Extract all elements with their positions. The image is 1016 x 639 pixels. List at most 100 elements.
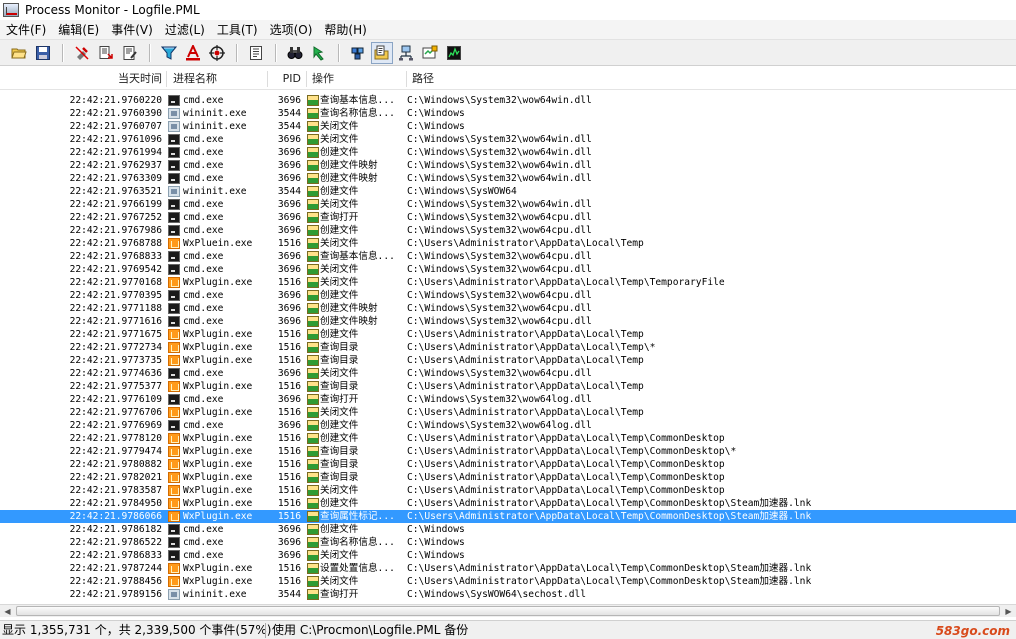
path: C:\Windows\System32\wow64win.dll bbox=[407, 147, 592, 158]
column-divider[interactable] bbox=[267, 71, 268, 87]
menu-tools[interactable]: 工具(T) bbox=[211, 20, 264, 40]
event-row[interactable]: 22:42:21.9768833 cmd.exe 3696 查询基本信息... C:\W… bbox=[0, 250, 1016, 263]
file-operation-icon bbox=[307, 160, 319, 171]
file-operation-icon bbox=[307, 524, 319, 535]
event-row-selected[interactable]: 22:42:21.9786066 WxPlugin.exe 1516 查询属性标记..… bbox=[0, 510, 1016, 523]
column-process-name[interactable]: 进程名称 bbox=[173, 68, 217, 90]
process-activity-icon[interactable] bbox=[419, 42, 441, 64]
event-row[interactable]: 22:42:21.9767986 cmd.exe 3696 创建文件 C:\Window… bbox=[0, 224, 1016, 237]
event-row[interactable]: 22:42:21.9776969 cmd.exe 3696 创建文件 C:\Window… bbox=[0, 419, 1016, 432]
event-row[interactable]: 22:42:21.9786182 cmd.exe 3696 创建文件 C:\Window… bbox=[0, 523, 1016, 536]
operation: 关闭文件 bbox=[320, 576, 359, 587]
file-operation-icon bbox=[307, 550, 319, 561]
event-row[interactable]: 22:42:21.9787244 WxPlugin.exe 1516 设置处置信息..… bbox=[0, 562, 1016, 575]
process-name: cmd.exe bbox=[183, 173, 224, 184]
scroll-right-arrow-icon[interactable]: ▶ bbox=[1001, 605, 1016, 617]
path: C:\Windows\SysWOW64\sechost.dll bbox=[407, 589, 587, 600]
horizontal-scrollbar[interactable]: ◀ ▶ bbox=[0, 604, 1016, 617]
highlight-icon[interactable] bbox=[182, 42, 204, 64]
file-operation-icon bbox=[307, 264, 319, 275]
event-row[interactable]: 22:42:21.9773735 WxPlugin.exe 1516 查询目录 C:\U… bbox=[0, 354, 1016, 367]
event-row[interactable]: 22:42:21.9772734 WxPlugin.exe 1516 查询目录 C:\U… bbox=[0, 341, 1016, 354]
event-list[interactable]: 22:42:21.9760220 cmd.exe 3696 查询基本信息... C:\W… bbox=[0, 94, 1016, 601]
event-row[interactable]: 22:42:21.9760220 cmd.exe 3696 查询基本信息... C:\W… bbox=[0, 94, 1016, 107]
event-time: 22:42:21.9771616 bbox=[69, 316, 162, 327]
column-divider[interactable] bbox=[306, 71, 307, 87]
cmd-process-icon bbox=[168, 173, 180, 184]
path: C:\Users\Administrator\AppData\Local\Tem… bbox=[407, 277, 725, 288]
event-time: 22:42:21.9787244 bbox=[69, 563, 162, 574]
event-row[interactable]: 22:42:21.9760707 wininit.exe 3544 关闭文件 C:\Wi… bbox=[0, 120, 1016, 133]
clear-display-icon[interactable] bbox=[119, 42, 141, 64]
event-row[interactable]: 22:42:21.9789156 wininit.exe 3544 查询打开 C:\Wi… bbox=[0, 588, 1016, 601]
network-activity-icon[interactable] bbox=[395, 42, 417, 64]
include-process-icon[interactable] bbox=[206, 42, 228, 64]
event-row[interactable]: 22:42:21.9786833 cmd.exe 3696 关闭文件 C:\Window… bbox=[0, 549, 1016, 562]
event-row[interactable]: 22:42:21.9784950 WxPlugin.exe 1516 创建文件 C:\U… bbox=[0, 497, 1016, 510]
menu-filter[interactable]: 过滤(L) bbox=[159, 20, 211, 40]
menu-edit[interactable]: 编辑(E) bbox=[52, 20, 105, 40]
path: C:\Users\Administrator\AppData\Local\Tem… bbox=[407, 563, 812, 574]
menu-help[interactable]: 帮助(H) bbox=[318, 20, 372, 40]
path: C:\Windows\System32\wow64cpu.dll bbox=[407, 290, 592, 301]
profiling-events-icon[interactable] bbox=[443, 42, 465, 64]
event-row[interactable]: 22:42:21.9760390 wininit.exe 3544 查询名称信息...… bbox=[0, 107, 1016, 120]
event-row[interactable]: 22:42:21.9771675 WxPlugin.exe 1516 创建文件 C:\U… bbox=[0, 328, 1016, 341]
event-row[interactable]: 22:42:21.9782021 WxPlugin.exe 1516 查询目录 C:\U… bbox=[0, 471, 1016, 484]
menu-options[interactable]: 选项(O) bbox=[264, 20, 319, 40]
filter-icon[interactable] bbox=[158, 42, 180, 64]
event-row[interactable]: 22:42:21.9779474 WxPlugin.exe 1516 查询目录 C:\U… bbox=[0, 445, 1016, 458]
event-row[interactable]: 22:42:21.9775377 WxPlugin.exe 1516 查询目录 C:\U… bbox=[0, 380, 1016, 393]
menu-file[interactable]: 文件(F) bbox=[0, 20, 52, 40]
event-row[interactable]: 22:42:21.9770395 cmd.exe 3696 创建文件 C:\Window… bbox=[0, 289, 1016, 302]
process-name: WxPlugin.exe bbox=[183, 407, 253, 418]
wininit-process-icon bbox=[168, 121, 180, 132]
cmd-process-icon bbox=[168, 160, 180, 171]
column-operation[interactable]: 操作 bbox=[312, 68, 334, 90]
event-row[interactable]: 22:42:21.9786522 cmd.exe 3696 查询名称信息... C:\W… bbox=[0, 536, 1016, 549]
find-icon[interactable] bbox=[284, 42, 306, 64]
file-activity-icon[interactable] bbox=[371, 41, 393, 64]
column-path[interactable]: 路径 bbox=[412, 68, 434, 90]
event-row[interactable]: 22:42:21.9771188 cmd.exe 3696 创建文件映射 C:\Wind… bbox=[0, 302, 1016, 315]
process-id: 3696 bbox=[277, 537, 301, 548]
open-folder-icon[interactable] bbox=[8, 42, 30, 64]
event-row[interactable]: 22:42:21.9767252 cmd.exe 3696 查询打开 C:\Window… bbox=[0, 211, 1016, 224]
event-row[interactable]: 22:42:21.9766199 cmd.exe 3696 关闭文件 C:\Window… bbox=[0, 198, 1016, 211]
process-id: 3696 bbox=[277, 290, 301, 301]
event-row[interactable]: 22:42:21.9761096 cmd.exe 3696 关闭文件 C:\Window… bbox=[0, 133, 1016, 146]
event-time: 22:42:21.9760707 bbox=[69, 121, 162, 132]
event-row[interactable]: 22:42:21.9783587 WxPlugin.exe 1516 关闭文件 C:\U… bbox=[0, 484, 1016, 497]
capture-off-icon[interactable] bbox=[71, 42, 93, 64]
process-id: 3696 bbox=[277, 264, 301, 275]
scroll-left-arrow-icon[interactable]: ◀ bbox=[0, 605, 15, 617]
event-row[interactable]: 22:42:21.9763521 wininit.exe 3544 创建文件 C:\Wi… bbox=[0, 185, 1016, 198]
event-row[interactable]: 22:42:21.9774636 cmd.exe 3696 关闭文件 C:\Window… bbox=[0, 367, 1016, 380]
event-row[interactable]: 22:42:21.9788456 WxPlugin.exe 1516 关闭文件 C:\U… bbox=[0, 575, 1016, 588]
autoscroll-icon[interactable] bbox=[95, 42, 117, 64]
event-row[interactable]: 22:42:21.9761994 cmd.exe 3696 创建文件 C:\Window… bbox=[0, 146, 1016, 159]
event-row[interactable]: 22:42:21.9776109 cmd.exe 3696 查询打开 C:\Window… bbox=[0, 393, 1016, 406]
column-time[interactable]: 当天时间 bbox=[112, 68, 162, 90]
event-row[interactable]: 22:42:21.9763309 cmd.exe 3696 创建文件映射 C:\Wind… bbox=[0, 172, 1016, 185]
event-row[interactable]: 22:42:21.9776706 WxPlugin.exe 1516 关闭文件 C:\U… bbox=[0, 406, 1016, 419]
event-row[interactable]: 22:42:21.9778120 WxPlugin.exe 1516 创建文件 C:\U… bbox=[0, 432, 1016, 445]
column-divider[interactable] bbox=[406, 71, 407, 87]
process-tree-icon[interactable] bbox=[245, 42, 267, 64]
scroll-thumb[interactable] bbox=[16, 606, 1000, 616]
event-row[interactable]: 22:42:21.9762937 cmd.exe 3696 创建文件映射 C:\Wind… bbox=[0, 159, 1016, 172]
save-icon[interactable] bbox=[32, 42, 54, 64]
column-divider[interactable] bbox=[166, 71, 167, 87]
event-row[interactable]: 22:42:21.9770168 WxPlugin.exe 1516 关闭文件 C:\U… bbox=[0, 276, 1016, 289]
event-row[interactable]: 22:42:21.9769542 cmd.exe 3696 关闭文件 C:\Window… bbox=[0, 263, 1016, 276]
event-row[interactable]: 22:42:21.9780882 WxPlugin.exe 1516 查询目录 C:\U… bbox=[0, 458, 1016, 471]
event-row[interactable]: 22:42:21.9768788 WxPluein.exe 1516 关闭文件 C:\U… bbox=[0, 237, 1016, 250]
menu-event[interactable]: 事件(V) bbox=[105, 20, 159, 40]
process-id: 1516 bbox=[277, 277, 301, 288]
operation: 查询打开 bbox=[320, 212, 359, 223]
process-name: cmd.exe bbox=[183, 160, 224, 171]
registry-activity-icon[interactable] bbox=[347, 42, 369, 64]
event-row[interactable]: 22:42:21.9771616 cmd.exe 3696 创建文件映射 C:\Wind… bbox=[0, 315, 1016, 328]
column-pid[interactable]: PID bbox=[274, 68, 301, 90]
jump-to-icon[interactable] bbox=[308, 42, 330, 64]
